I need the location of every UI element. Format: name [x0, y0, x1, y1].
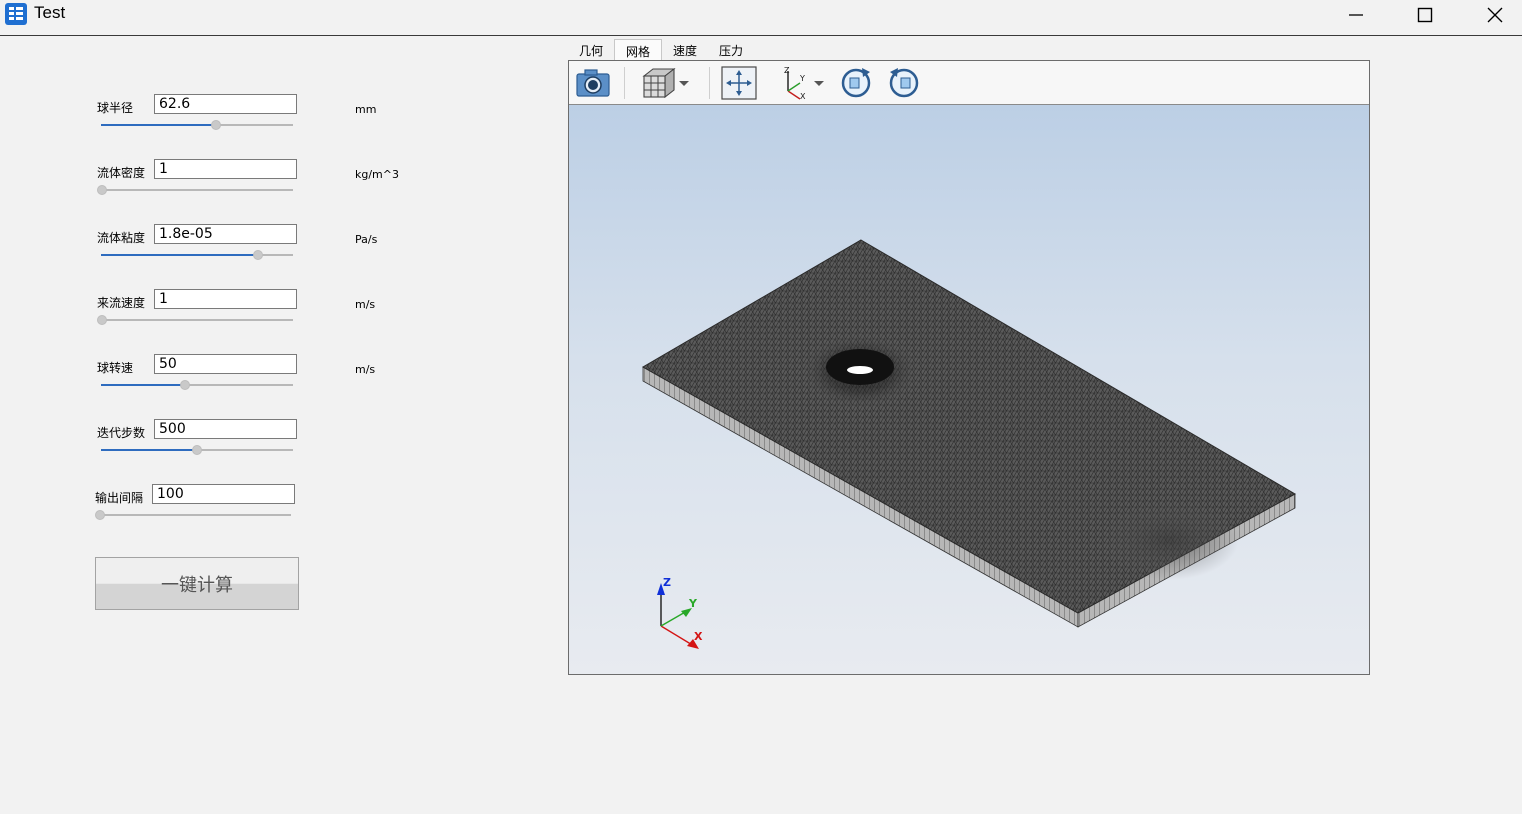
- param-row-viscosity: 流体粘度 1.8e-05 Pa/s: [0, 224, 560, 284]
- rotate-cw-button[interactable]: [838, 65, 874, 101]
- param-row-inflow-speed: 来流速度 1 m/s: [0, 289, 560, 349]
- tab-mesh[interactable]: 网格: [614, 39, 663, 61]
- window-title: Test: [34, 3, 66, 22]
- param-row-radius: 球半径 62.6 mm: [0, 94, 560, 154]
- param-input-rotation-speed[interactable]: 50: [154, 354, 297, 374]
- wake-refinement: [1099, 500, 1239, 580]
- camera-icon: [576, 69, 610, 97]
- param-row-output-interval: 输出间隔 100: [0, 484, 560, 544]
- axes-dropdown[interactable]: Z Y X: [773, 65, 831, 101]
- view-mode-dropdown[interactable]: [635, 65, 697, 101]
- fit-view-button[interactable]: [720, 65, 758, 101]
- viewer-toolbar: Z Y X: [569, 61, 1369, 105]
- slider-thumb[interactable]: [211, 120, 222, 130]
- param-input-iterations[interactable]: 500: [154, 419, 297, 439]
- slider-fill: [101, 254, 259, 256]
- param-slider-viscosity[interactable]: [101, 250, 293, 260]
- slider-track: [101, 189, 293, 191]
- chevron-down-icon: [679, 81, 689, 86]
- maximize-button[interactable]: [1402, 0, 1448, 30]
- sphere-hole: [847, 366, 873, 374]
- tab-geometry[interactable]: 几何: [568, 39, 614, 61]
- param-label: 来流速度: [97, 296, 146, 310]
- param-input-output-interval[interactable]: 100: [152, 484, 295, 504]
- param-label: 流体粘度: [97, 231, 146, 245]
- param-unit: mm: [355, 103, 377, 116]
- param-slider-output-interval[interactable]: [95, 510, 291, 520]
- tab-velocity[interactable]: 速度: [662, 39, 708, 61]
- param-label: 球转速: [97, 361, 134, 375]
- slider-track: [101, 319, 293, 321]
- param-slider-inflow-speed[interactable]: [97, 315, 293, 325]
- rotate-cw-icon: [841, 68, 871, 98]
- calculate-button[interactable]: 一键计算: [95, 557, 299, 610]
- param-label: 迭代步数: [97, 426, 146, 440]
- axes-triad: Z Y X: [657, 576, 703, 649]
- axis-label-y: Y: [688, 597, 698, 610]
- view-tabs: 几何 网格 速度 压力: [568, 39, 754, 61]
- mesh-render-area[interactable]: Z Y X: [569, 105, 1369, 674]
- rotate-ccw-button[interactable]: [886, 65, 922, 101]
- viewer-panel: Z Y X Z Y X: [568, 60, 1370, 675]
- axes-icon: Z Y X: [784, 66, 806, 101]
- slider-thumb[interactable]: [180, 380, 191, 390]
- param-label: 流体密度: [97, 166, 146, 180]
- param-slider-radius[interactable]: [101, 120, 293, 130]
- param-slider-iterations[interactable]: [101, 445, 293, 455]
- maximize-icon: [1417, 7, 1433, 23]
- slider-thumb[interactable]: [97, 185, 107, 195]
- title-bar: Test: [0, 0, 1522, 36]
- fit-view-icon: [721, 66, 757, 100]
- minimize-icon: [1349, 14, 1363, 16]
- param-slider-rotation-speed[interactable]: [101, 380, 293, 390]
- close-icon: [1487, 7, 1503, 23]
- close-button[interactable]: [1472, 0, 1518, 30]
- param-label: 输出间隔: [95, 491, 144, 505]
- param-unit: Pa/s: [355, 233, 378, 246]
- svg-text:X: X: [800, 92, 806, 101]
- toolbar-separator: [709, 67, 710, 99]
- param-input-radius[interactable]: 62.6: [154, 94, 297, 114]
- param-unit: kg/m^3: [355, 168, 399, 181]
- rotate-ccw-icon: [889, 68, 919, 98]
- slider-thumb[interactable]: [253, 250, 264, 260]
- screenshot-button[interactable]: [573, 65, 613, 101]
- slider-thumb[interactable]: [95, 510, 105, 520]
- axis-label-z: Z: [663, 576, 671, 589]
- mesh-render: Z Y X: [641, 239, 1297, 649]
- slider-thumb[interactable]: [192, 445, 202, 455]
- param-input-viscosity[interactable]: 1.8e-05: [154, 224, 297, 244]
- app-icon: [5, 3, 27, 25]
- param-unit: m/s: [355, 298, 376, 311]
- slider-fill: [101, 124, 217, 126]
- param-row-iterations: 迭代步数 500: [0, 419, 560, 479]
- param-row-density: 流体密度 1 kg/m^3: [0, 159, 560, 219]
- slider-thumb[interactable]: [97, 315, 107, 325]
- slider-fill: [101, 449, 197, 451]
- toolbar-separator: [624, 67, 625, 99]
- slider-fill: [101, 384, 186, 386]
- svg-text:Y: Y: [799, 74, 805, 83]
- param-slider-density[interactable]: [97, 185, 293, 195]
- minimize-button[interactable]: [1333, 0, 1379, 30]
- param-input-density[interactable]: 1: [154, 159, 297, 179]
- param-unit: m/s: [355, 363, 376, 376]
- param-label: 球半径: [97, 101, 134, 115]
- tab-pressure[interactable]: 压力: [708, 39, 754, 61]
- chevron-down-icon: [814, 81, 824, 86]
- axis-label-x: X: [694, 630, 703, 643]
- param-input-inflow-speed[interactable]: 1: [154, 289, 297, 309]
- slider-track: [99, 514, 291, 516]
- svg-text:Z: Z: [784, 66, 790, 75]
- param-row-rotation-speed: 球转速 50 m/s: [0, 354, 560, 414]
- cube-view-icon: [642, 67, 676, 99]
